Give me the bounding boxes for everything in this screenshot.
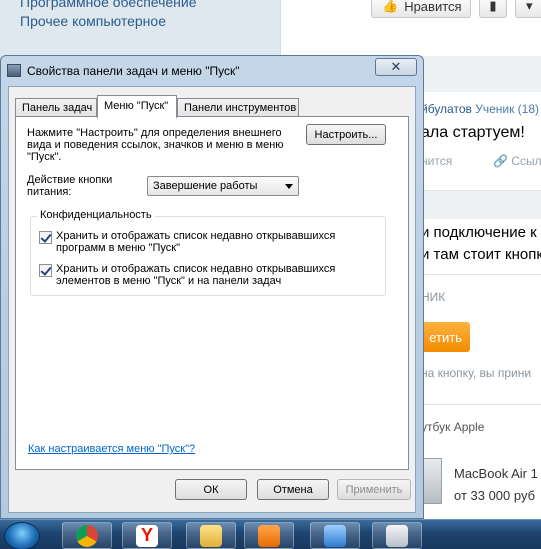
help-link[interactable]: Как настраивается меню "Пуск"? bbox=[28, 443, 195, 455]
author-rank: Ученик (18) bbox=[475, 102, 540, 116]
title-bar[interactable]: Свойства панели задач и меню "Пуск" ✕ bbox=[1, 56, 423, 86]
taskbar-control-panel[interactable] bbox=[310, 522, 360, 549]
description-text: Нажмите "Настроить" для определения внеш… bbox=[27, 127, 284, 163]
recent-programs-checkbox[interactable] bbox=[39, 231, 52, 244]
tab-taskbar[interactable]: Панель задач bbox=[15, 98, 97, 117]
dialog-client-area: Панель задач Меню "Пуск" Панели инструме… bbox=[8, 86, 416, 513]
more-icon: ▾ bbox=[526, 0, 533, 13]
recent-items-checkbox[interactable] bbox=[39, 264, 52, 277]
background-sidebar: Программное обеспечение Прочее компьютер… bbox=[0, 0, 280, 60]
author-name[interactable]: йбулатов bbox=[421, 102, 472, 116]
start-menu-tab-panel: Нажмите "Настроить" для определения внеш… bbox=[15, 116, 409, 470]
taskbar: Y bbox=[0, 519, 541, 549]
folder-icon bbox=[200, 524, 222, 547]
start-button[interactable] bbox=[4, 522, 40, 549]
control-panel-icon bbox=[324, 524, 346, 547]
close-button[interactable]: ✕ bbox=[375, 58, 417, 76]
yandex-browser-icon: Y bbox=[136, 524, 158, 547]
link-icon: 🔗 bbox=[493, 154, 508, 168]
recent-items-label[interactable]: Хранить и отображать список недавно откр… bbox=[56, 263, 356, 287]
chevron-down-icon bbox=[285, 184, 293, 189]
hint-text: на кнопку, вы прини bbox=[421, 366, 532, 380]
power-action-select[interactable]: Завершение работы bbox=[147, 176, 299, 196]
window-icon bbox=[7, 64, 21, 77]
sidebar-link-other[interactable]: Прочее компьютерное bbox=[20, 13, 166, 29]
window-title: Свойства панели задач и меню "Пуск" bbox=[27, 64, 240, 78]
apply-button[interactable]: Применить bbox=[337, 479, 411, 500]
section-label: НИК bbox=[421, 290, 446, 304]
chrome-icon bbox=[76, 524, 98, 547]
like-label: Нравится bbox=[404, 0, 462, 14]
action-link-link[interactable]: Ссыл bbox=[511, 154, 541, 168]
power-action-value: Завершение работы bbox=[153, 180, 258, 192]
ad-product[interactable]: MacBook Air 1 bbox=[454, 466, 538, 481]
thumbs-up-icon: 👍 bbox=[382, 0, 399, 13]
taskbar-chrome[interactable] bbox=[62, 522, 112, 549]
answer-line-1: и подключение к bbox=[421, 224, 537, 241]
taskbar-explorer[interactable] bbox=[186, 522, 236, 549]
ad-price: от 33 000 руб bbox=[454, 488, 536, 503]
like-button[interactable]: 👍 Нравится bbox=[371, 0, 471, 18]
cancel-button[interactable]: Отмена bbox=[257, 479, 329, 500]
taskbar-document[interactable] bbox=[372, 522, 422, 549]
post-title: ала стартуем! bbox=[421, 124, 525, 141]
recent-programs-label[interactable]: Хранить и отображать список недавно откр… bbox=[56, 230, 356, 254]
bookmark-button[interactable]: ▮ bbox=[479, 0, 507, 18]
bookmark-icon: ▮ bbox=[489, 0, 497, 13]
answer-line-2: и там стоит кнопк bbox=[421, 246, 541, 263]
ad-heading: утбук Apple bbox=[421, 420, 485, 434]
taskbar-properties-dialog: Свойства панели задач и меню "Пуск" ✕ Па… bbox=[0, 55, 424, 519]
tab-toolbars[interactable]: Панели инструментов bbox=[177, 98, 299, 117]
privacy-title: Конфиденциальность bbox=[37, 209, 155, 221]
document-icon bbox=[386, 524, 408, 547]
action-like-link[interactable]: нится bbox=[421, 154, 452, 168]
close-icon: ✕ bbox=[390, 59, 402, 74]
media-player-icon bbox=[258, 524, 280, 547]
configure-button[interactable]: Настроить... bbox=[306, 124, 386, 145]
ok-button[interactable]: ОК bbox=[175, 479, 247, 500]
more-button[interactable]: ▾ bbox=[515, 0, 541, 18]
power-button-label: Действие кнопки питания: bbox=[27, 174, 113, 198]
tab-start-menu[interactable]: Меню "Пуск" bbox=[97, 95, 177, 118]
taskbar-yandex[interactable]: Y bbox=[122, 522, 172, 549]
taskbar-media-player[interactable] bbox=[244, 522, 294, 549]
sidebar-link-software[interactable]: Программное обеспечение bbox=[20, 0, 197, 10]
